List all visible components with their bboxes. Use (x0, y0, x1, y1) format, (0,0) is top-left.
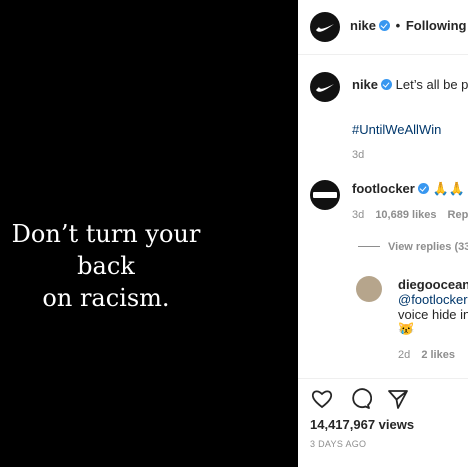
post-actions: 14,417,967 views 3 DAYS AGO (298, 378, 468, 467)
verified-badge-icon (417, 183, 429, 194)
post-media[interactable]: Don’t turn your back on racism. (0, 0, 298, 467)
media-line-2: on racism. (42, 284, 170, 312)
swoosh-icon (316, 24, 334, 32)
caption-avatar[interactable] (310, 72, 340, 102)
media-caption-text: Don’t turn your back on racism. (0, 218, 226, 314)
caption-username[interactable]: nike (352, 77, 378, 92)
view-count[interactable]: 14,417,967 views (310, 417, 414, 432)
comment-username[interactable]: footlocker (352, 181, 415, 196)
header-separator: • (395, 18, 401, 33)
comment-meta: 3d 10,689 likes Rep (352, 209, 468, 221)
reply-text: voice hide in (398, 307, 468, 322)
view-replies[interactable]: View replies (33 (358, 241, 468, 253)
comment-icon[interactable] (348, 387, 372, 411)
share-icon[interactable] (386, 387, 410, 411)
following-button[interactable]: Following (406, 18, 467, 33)
comment-likes[interactable]: 10,689 likes (375, 209, 436, 221)
view-replies-label[interactable]: View replies (33 (388, 241, 468, 253)
reply-emoji: 😿 (398, 321, 415, 336)
verified-badge-icon (379, 20, 391, 31)
reply-time[interactable]: 2d (398, 349, 410, 361)
comment-text: 🙏🙏 (432, 181, 465, 196)
posted-time[interactable]: 3 DAYS AGO (310, 439, 366, 449)
caption-time[interactable]: 3d (352, 149, 364, 161)
reply-meta: 2d 2 likes (398, 349, 455, 361)
footlocker-avatar[interactable] (310, 180, 340, 210)
post-header: nike • Following (298, 0, 468, 55)
caption-text: Let’s all be pa (395, 77, 468, 92)
reply-username[interactable]: diegooceant (398, 277, 468, 292)
reply-avatar[interactable] (356, 276, 382, 302)
reply-likes[interactable]: 2 likes (421, 349, 455, 361)
heart-icon[interactable] (310, 387, 334, 411)
swoosh-icon (316, 84, 334, 92)
nike-avatar[interactable] (310, 12, 340, 42)
caption-hashtag[interactable]: #UntilWeAllWin (352, 122, 441, 137)
footlocker-logo-icon (313, 192, 337, 198)
verified-badge-icon (381, 79, 393, 90)
caption-line: nike Let’s all be pa (352, 77, 468, 92)
comment-line: footlocker 🙏🙏 (352, 181, 465, 197)
comment-time[interactable]: 3d (352, 209, 364, 221)
post-side-panel: nike • Following nike Let’s all be pa #U… (298, 0, 468, 467)
media-line-1: Don’t turn your back (11, 220, 201, 280)
reply-mention[interactable]: @footlocker (398, 292, 468, 307)
replies-divider (358, 246, 380, 247)
header-username[interactable]: nike (350, 18, 376, 33)
reply-button[interactable]: Rep (448, 209, 468, 221)
